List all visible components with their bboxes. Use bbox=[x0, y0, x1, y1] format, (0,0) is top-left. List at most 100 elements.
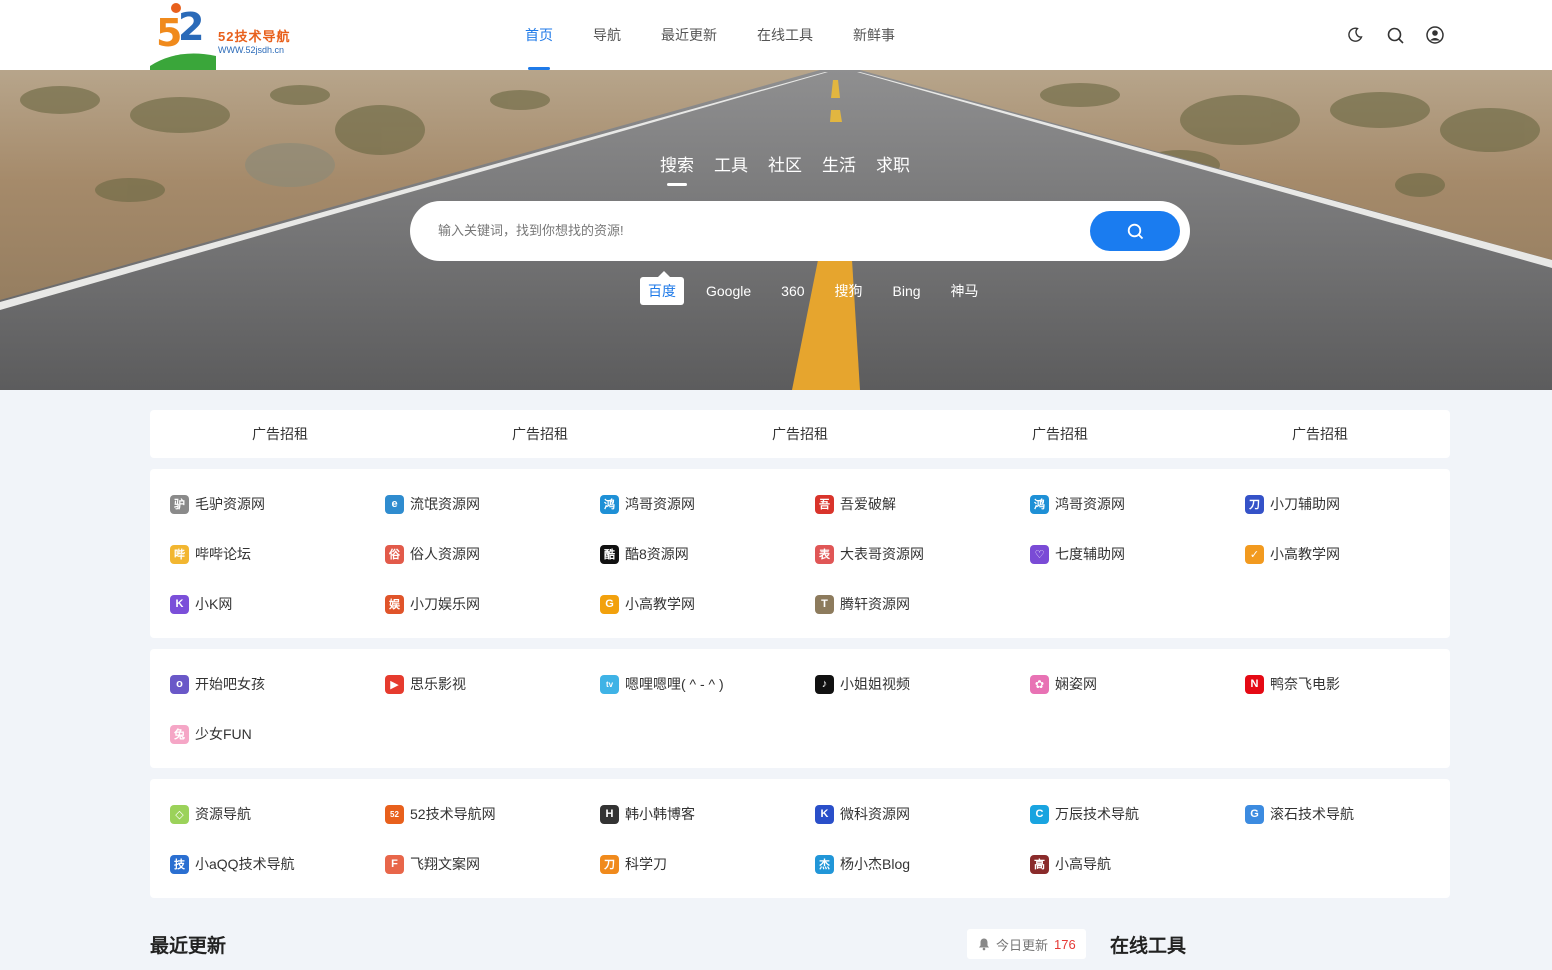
site-link[interactable]: C 万辰技术导航 bbox=[1030, 799, 1245, 829]
site-link[interactable]: 鸿鸿哥资源网 bbox=[1030, 489, 1245, 519]
site-link[interactable]: 技小aQQ技术导航 bbox=[170, 849, 385, 879]
site-link[interactable]: F 飞翔文案网 bbox=[385, 849, 600, 879]
site-link[interactable]: 鸿鸿哥资源网 bbox=[600, 489, 815, 519]
site-name: 大表哥资源网 bbox=[840, 546, 924, 562]
site-link[interactable]: ◇ 资源导航 bbox=[170, 799, 385, 829]
nav-tools[interactable]: 在线工具 bbox=[737, 0, 833, 70]
site-link[interactable]: tv 嗯哩嗯哩( ^ - ^ ) bbox=[600, 669, 815, 699]
dabiaoge-icon: 表 bbox=[815, 544, 834, 564]
site-card-entertainment: o 开始吧女孩 ▶ 思乐影视 tv 嗯哩嗯哩( ^ - ^ ) ♪ 小姐姐视频 ✿ 娴姿网 N 鸭奈飞… bbox=[150, 649, 1450, 768]
engine-shenma[interactable]: 神马 bbox=[943, 277, 987, 305]
diamond-icon: ◇ bbox=[170, 804, 189, 824]
site-link[interactable]: ✿ 娴姿网 bbox=[1030, 669, 1245, 699]
site-link[interactable]: o 开始吧女孩 bbox=[170, 669, 385, 699]
site-link[interactable]: ♡ 七度辅助网 bbox=[1030, 539, 1245, 569]
header-actions bbox=[1344, 24, 1446, 46]
site-link[interactable]: 刀小刀辅助网 bbox=[1245, 489, 1460, 519]
site-link[interactable]: 刀科学刀 bbox=[600, 849, 815, 879]
donkey-icon: 驴 bbox=[170, 494, 189, 514]
site-link[interactable]: 表大表哥资源网 bbox=[815, 539, 1030, 569]
engine-sogou[interactable]: 搜狗 bbox=[827, 277, 871, 305]
ku8-icon: 酷 bbox=[600, 544, 619, 564]
suren-icon: 俗 bbox=[385, 544, 404, 564]
site-logo[interactable]: 5 2 52技术导航 WWW.52jsdh.cn bbox=[148, 0, 298, 70]
site-link[interactable]: G 小高教学网 bbox=[600, 589, 815, 619]
nav-news[interactable]: 新鲜事 bbox=[833, 0, 915, 70]
site-name: 娴姿网 bbox=[1055, 676, 1097, 692]
ad-slot[interactable]: 广告招租 bbox=[930, 410, 1190, 458]
fiftytwo-icon: 52 bbox=[385, 804, 404, 824]
tab-community[interactable]: 社区 bbox=[768, 151, 802, 176]
site-grid: o 开始吧女孩 ▶ 思乐影视 tv 嗯哩嗯哩( ^ - ^ ) ♪ 小姐姐视频 ✿ 娴姿网 N 鸭奈飞… bbox=[170, 669, 1450, 769]
site-name: 小高教学网 bbox=[625, 596, 695, 612]
site-name: 哔哔论坛 bbox=[195, 546, 251, 562]
site-name: 科学刀 bbox=[625, 856, 667, 872]
search-icon[interactable] bbox=[1384, 24, 1406, 46]
site-link[interactable]: K 小K网 bbox=[170, 589, 385, 619]
nav-home[interactable]: 首页 bbox=[505, 0, 573, 70]
weike-icon: K bbox=[815, 804, 834, 824]
site-name: 滚石技术导航 bbox=[1270, 806, 1354, 822]
nav-navigation[interactable]: 导航 bbox=[573, 0, 641, 70]
flower-icon: ✿ bbox=[1030, 674, 1049, 694]
nav-recent[interactable]: 最近更新 bbox=[641, 0, 737, 70]
tab-life[interactable]: 生活 bbox=[822, 151, 856, 176]
site-link[interactable]: 娱小刀娱乐网 bbox=[385, 589, 600, 619]
site-name: 万辰技术导航 bbox=[1055, 806, 1139, 822]
heart-icon: ♡ bbox=[1030, 544, 1049, 564]
site-name: 小姐姐视频 bbox=[840, 676, 910, 692]
site-link[interactable]: T 腾轩资源网 bbox=[815, 589, 1030, 619]
site-header: 5 2 52技术导航 WWW.52jsdh.cn 首页 导航 最近更新 在线工具… bbox=[0, 0, 1552, 70]
today-updates-badge[interactable]: 今日更新 176 bbox=[967, 929, 1086, 959]
site-grid: ◇ 资源导航 52 52技术导航网 H 韩小韩博客 K 微科资源网 C 万辰技术导航 G 滚石技术导航… bbox=[170, 799, 1450, 899]
ad-slot[interactable]: 广告招租 bbox=[670, 410, 930, 458]
site-link[interactable]: 哔哔哔论坛 bbox=[170, 539, 385, 569]
ad-slot[interactable]: 广告招租 bbox=[150, 410, 410, 458]
user-icon[interactable] bbox=[1424, 24, 1446, 46]
site-link[interactable]: G 滚石技术导航 bbox=[1245, 799, 1460, 829]
site-link[interactable]: ▶ 思乐影视 bbox=[385, 669, 600, 699]
ad-slot[interactable]: 广告招租 bbox=[410, 410, 670, 458]
site-link[interactable]: 高小高导航 bbox=[1030, 849, 1245, 879]
badge-icon: ✓ bbox=[1245, 544, 1264, 564]
site-link[interactable]: ✓ 小高教学网 bbox=[1245, 539, 1460, 569]
tab-tools[interactable]: 工具 bbox=[714, 151, 748, 176]
site-name: 流氓资源网 bbox=[410, 496, 480, 512]
search-category-tabs: 搜索 工具 社区 生活 求职 bbox=[660, 151, 910, 186]
search-icon bbox=[1127, 223, 1143, 239]
moon-icon[interactable] bbox=[1344, 24, 1366, 46]
logo-subtitle: WWW.52jsdh.cn bbox=[218, 45, 285, 55]
tab-search[interactable]: 搜索 bbox=[660, 151, 694, 186]
site-link[interactable]: ♪ 小姐姐视频 bbox=[815, 669, 1030, 699]
site-name: 微科资源网 bbox=[840, 806, 910, 822]
site-link[interactable]: 驴毛驴资源网 bbox=[170, 489, 385, 519]
engine-google[interactable]: Google bbox=[698, 279, 759, 303]
engine-baidu[interactable]: 百度 bbox=[640, 271, 684, 305]
site-card-resources: 驴毛驴资源网 e 流氓资源网鸿鸿哥资源网吾吾爱破解鸿鸿哥资源网刀小刀辅助网哔哔哔论坛… bbox=[150, 469, 1450, 638]
site-link[interactable]: N 鸭奈飞电影 bbox=[1245, 669, 1460, 699]
site-link[interactable]: H 韩小韩博客 bbox=[600, 799, 815, 829]
site-link[interactable]: 俗俗人资源网 bbox=[385, 539, 600, 569]
search-input[interactable] bbox=[438, 201, 1058, 261]
site-link[interactable]: 兔少女FUN bbox=[170, 719, 385, 749]
tab-jobs[interactable]: 求职 bbox=[876, 151, 910, 176]
logo-mark-icon: 5 2 bbox=[150, 3, 216, 70]
engine-360[interactable]: 360 bbox=[773, 279, 812, 303]
site-link[interactable]: 吾吾爱破解 bbox=[815, 489, 1030, 519]
today-updates-count: 176 bbox=[1054, 936, 1076, 952]
search-box bbox=[410, 201, 1190, 261]
tv-icon: tv bbox=[600, 674, 619, 694]
site-link[interactable]: e 流氓资源网 bbox=[385, 489, 600, 519]
yang-icon: 杰 bbox=[815, 854, 834, 874]
ad-bar: 广告招租 广告招租 广告招租 广告招租 广告招租 bbox=[150, 410, 1450, 458]
site-card-tech-nav: ◇ 资源导航 52 52技术导航网 H 韩小韩博客 K 微科资源网 C 万辰技术导航 G 滚石技术导航… bbox=[150, 779, 1450, 898]
site-link[interactable]: 酷酷8资源网 bbox=[600, 539, 815, 569]
site-link[interactable]: K 微科资源网 bbox=[815, 799, 1030, 829]
site-link[interactable]: 杰杨小杰Blog bbox=[815, 849, 1030, 879]
hero-banner: 搜索 工具 社区 生活 求职 百度 Google 360 搜狗 Bing 神马 bbox=[0, 70, 1552, 390]
online-tools-title: 在线工具 bbox=[1110, 936, 1187, 957]
engine-bing[interactable]: Bing bbox=[885, 279, 929, 303]
site-link[interactable]: 52 52技术导航网 bbox=[385, 799, 600, 829]
ad-slot[interactable]: 广告招租 bbox=[1190, 410, 1450, 458]
search-submit-button[interactable] bbox=[1090, 211, 1180, 251]
